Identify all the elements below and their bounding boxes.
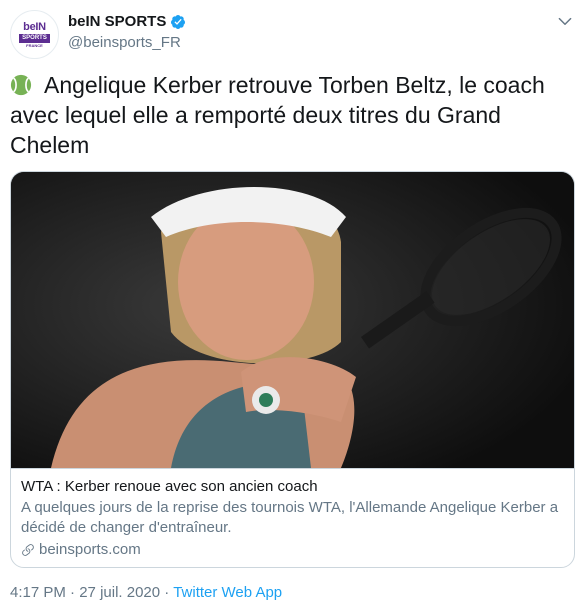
handle[interactable]: @beinsports_FR: [68, 33, 186, 53]
link-card[interactable]: WTA : Kerber renoue avec son ancien coac…: [10, 171, 575, 568]
card-domain-row[interactable]: beinsports.com: [21, 540, 564, 560]
verified-badge-icon: [171, 15, 186, 29]
meta-separator: ·: [65, 584, 80, 601]
card-photo: [11, 172, 574, 468]
meta-separator: ·: [160, 584, 174, 601]
tweet-meta: 4:17 PM · 27 juil. 2020 · Twitter Web Ap…: [10, 583, 282, 603]
tweet-time[interactable]: 4:17 PM: [10, 584, 66, 601]
avatar[interactable]: beIN SPORTS FRANCE: [10, 10, 59, 59]
card-title[interactable]: WTA : Kerber renoue avec son ancien coac…: [21, 477, 564, 497]
display-name-row[interactable]: beIN SPORTS: [68, 12, 186, 32]
card-body[interactable]: WTA : Kerber renoue avec son ancien coac…: [11, 468, 574, 567]
avatar-logo-country: FRANCE: [26, 42, 43, 48]
card-description: A quelques jours de la reprise des tourn…: [21, 499, 559, 536]
tweet-date[interactable]: 27 juil. 2020: [79, 584, 160, 601]
link-icon: [22, 544, 34, 556]
tennis-ball-icon: [10, 74, 32, 96]
author-info: beIN SPORTS @beinsports_FR: [68, 12, 186, 53]
tweet-header: beIN SPORTS FRANCE beIN SPORTS @beinspor…: [10, 10, 576, 59]
avatar-logo-text: beIN: [23, 20, 46, 33]
chevron-down-icon[interactable]: [556, 12, 574, 30]
tweet-source-link[interactable]: Twitter Web App: [173, 584, 282, 601]
card-image[interactable]: [11, 172, 574, 468]
tweet-body: Angelique Kerber retrouve Torben Beltz, …: [10, 72, 545, 158]
tweet-text: Angelique Kerber retrouve Torben Beltz, …: [10, 70, 576, 160]
display-name[interactable]: beIN SPORTS: [68, 12, 166, 32]
card-domain[interactable]: beinsports.com: [39, 540, 141, 560]
avatar-logo-subtext: SPORTS: [19, 33, 50, 43]
